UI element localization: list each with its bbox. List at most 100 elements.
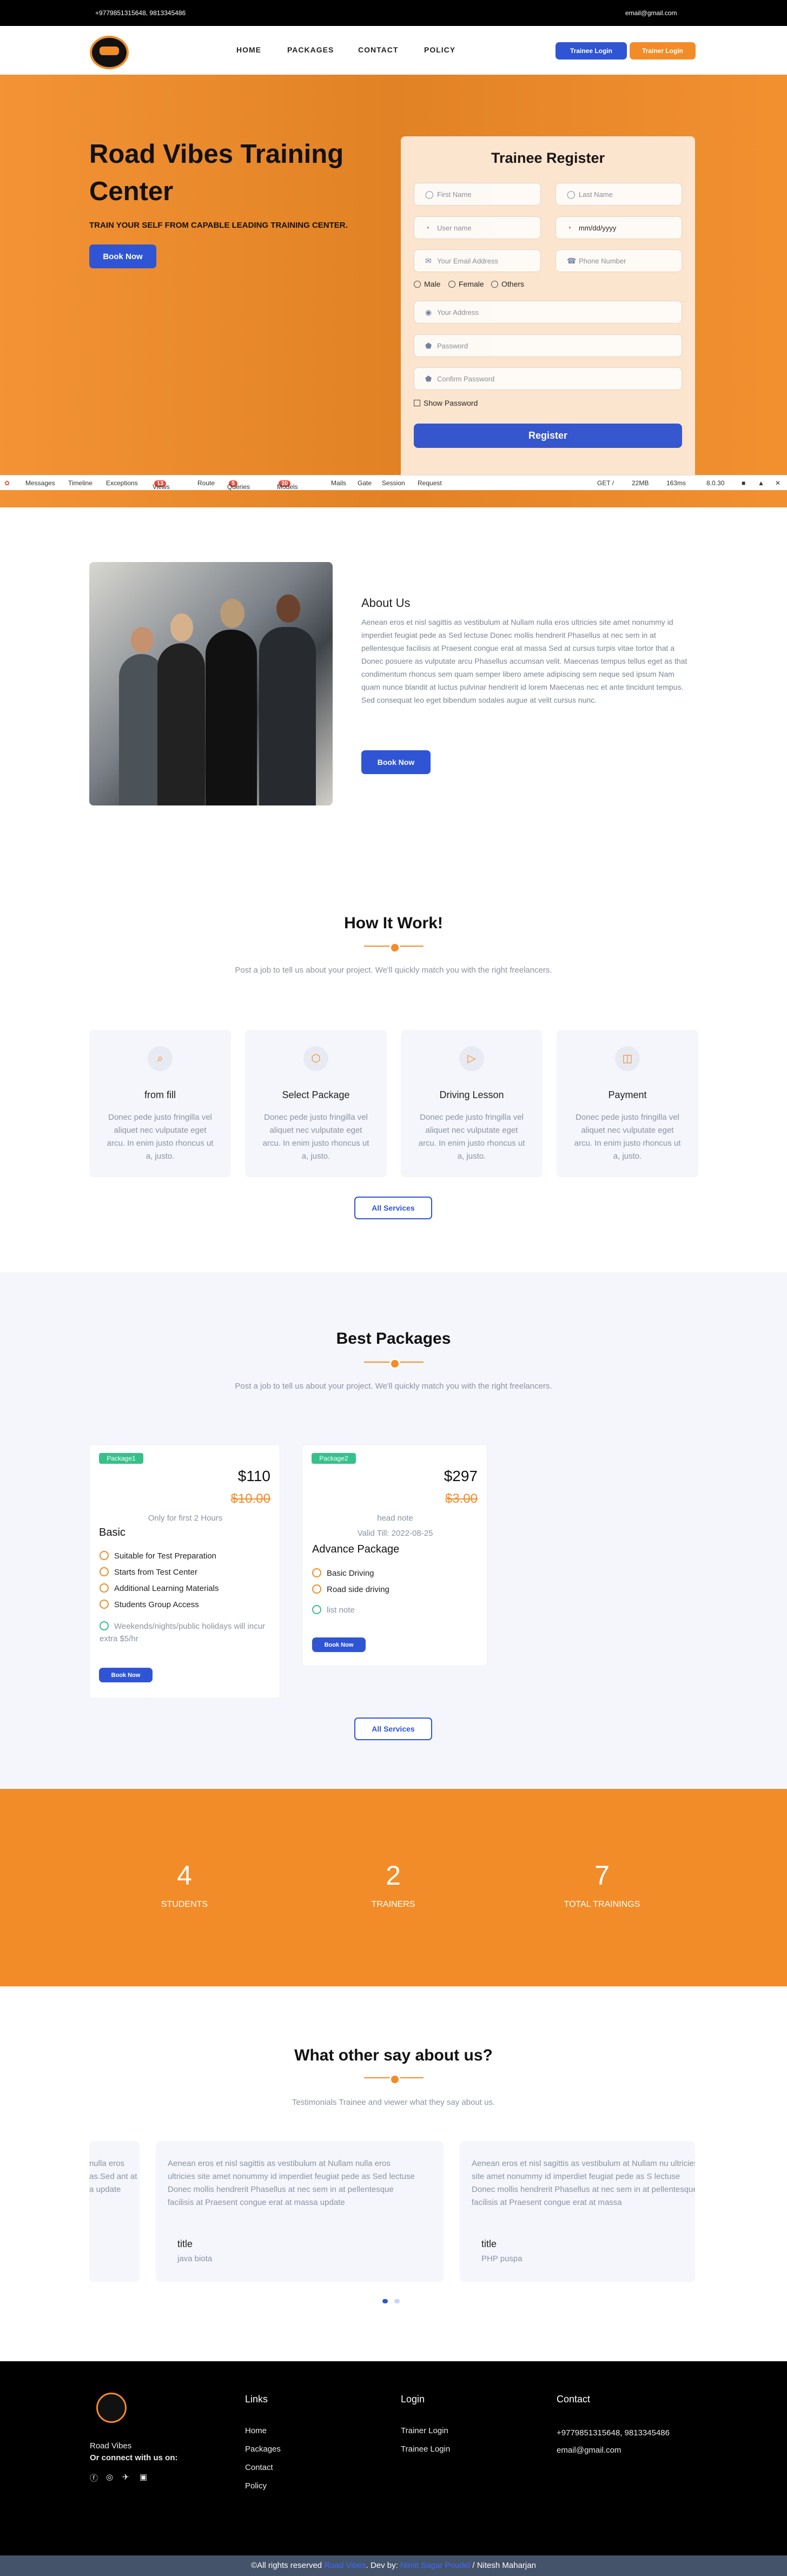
linkedin-icon[interactable]: ▣ [140,2472,147,2482]
testimonial-card: Aenean eros et nisl sagittis as vestibul… [460,2141,695,2282]
trainer-login-button[interactable]: Trainer Login [630,42,696,60]
how-card-driving-lesson: ▷ Driving Lesson Donec pede justo fringill… [401,1030,543,1177]
shield-icon: ⬟ [425,374,432,383]
copyright-bar: ©All rights reserved Road Vibes. Dev by:… [0,2555,787,2576]
site-logo[interactable] [90,36,129,69]
twitter-icon[interactable]: ✈ [122,2472,129,2482]
stat-students: 4 STUDENTS [161,1860,208,1909]
phone-icon: ☎ [567,256,577,265]
debug-tab-views[interactable]: Views 13 [153,479,170,491]
play-icon: ▷ [459,1046,484,1071]
packages-title: Best Packages [336,1330,451,1348]
check-icon [312,1568,321,1577]
testimonials-title: What other say about us? [294,2046,493,2064]
copyright-brand-link[interactable]: Road Vibes [324,2561,366,2570]
package-advance-book-button[interactable]: Book Now [312,1637,366,1652]
how-title: How It Work! [344,914,443,932]
password-field[interactable]: ⬟ Password [414,334,682,357]
hero-book-now-button[interactable]: Book Now [89,245,156,268]
debug-toolbar: ✿ Messages Timeline Exceptions Views 13 R… [0,475,787,491]
date-field[interactable]: ◔ mm/dd/yyyy [555,216,682,239]
first-name-field[interactable]: ◯ First Name [414,183,541,206]
debug-tab-queries[interactable]: Queries 5 [227,479,250,491]
facebook-icon[interactable]: ⓕ [90,2472,98,2483]
debug-tab-request[interactable]: Request [418,479,442,487]
box-icon: ⬡ [303,1046,328,1071]
calendar-icon: ◔ [567,223,572,232]
user-icon: ◯ [567,189,576,199]
check-icon [100,1567,109,1576]
bell-icon [100,1621,109,1630]
footer-link-policy[interactable]: Policy [245,2481,267,2491]
nav-packages[interactable]: PACKAGES [287,45,334,54]
about-title: About Us [361,596,411,610]
testimonials-subtitle: Testimonials Trainee and viewer what the… [292,2098,495,2107]
testimonial-card-partial: nulla eros as.Sed ant at a update [89,2141,140,2282]
how-divider [364,942,424,953]
footer-login-title: Login [401,2394,425,2405]
last-name-field[interactable]: ◯ Last Name [555,183,682,206]
debug-tab-messages[interactable]: Messages [25,479,55,487]
footer-link-packages[interactable]: Packages [245,2445,281,2454]
how-all-services-button[interactable]: All Services [354,1197,432,1219]
nav-policy[interactable]: POLICY [424,45,455,54]
packages-subtitle: Post a job to tell us about your project… [235,1382,552,1391]
debug-time: 163ms [666,479,686,487]
confirm-password-field[interactable]: ⬟ Confirm Password [414,367,682,390]
gender-others-radio[interactable]: Others [491,280,524,288]
debug-tab-mails[interactable]: Mails [331,479,346,487]
register-button[interactable]: Register [414,424,682,448]
stat-trainers: 2 TRAINERS [371,1860,415,1909]
nav-contact[interactable]: CONTACT [358,45,398,54]
debug-tab-gate[interactable]: Gate [358,479,372,487]
about-content: About Us Aenean eros et nisl sagittis as… [361,596,695,706]
developer-link[interactable]: Nimit Sagar Poudel [400,2561,470,2570]
footer-trainee-login[interactable]: Trainee Login [401,2445,450,2454]
phone-field[interactable]: ☎ Phone Number [555,249,682,272]
footer-link-contact[interactable]: Contact [245,2463,273,2472]
debug-tab-models[interactable]: Models 20 [277,479,298,491]
trainee-register-form: Trainee Register ◯ First Name ◯ Last Name … [401,136,695,483]
address-field[interactable]: ◉ Your Address [414,301,682,323]
email-field[interactable]: ✉ Your Email Address [414,249,541,272]
hero-section: Road Vibes Training Center TRAIN YOUR SE… [0,75,787,507]
debug-tab-exceptions[interactable]: Exceptions [106,479,138,487]
packages-divider [364,1358,424,1369]
debug-memory: 22MB [632,479,649,487]
package-basic-book-button[interactable]: Book Now [99,1668,153,1682]
footer-trainer-login[interactable]: Trainer Login [401,2426,448,2435]
stats-section: 4 STUDENTS 2 TRAINERS 7 TOTAL TRAININGS [0,1789,787,1986]
packages-all-services-button[interactable]: All Services [354,1718,432,1740]
how-card-payment: ◫ Payment Donec pede justo fringilla vel a… [557,1030,698,1177]
folder-icon[interactable]: ■ [742,479,745,487]
username-field[interactable]: ◔ User name [414,216,541,239]
footer-links-title: Links [245,2394,268,2405]
carousel-dot[interactable] [382,2299,388,2303]
show-password-checkbox[interactable]: Show Password [414,399,478,407]
main-navbar: HOME PACKAGES CONTACT POLICY Trainee Log… [0,26,787,75]
footer-logo [96,2393,127,2423]
about-body: Aenean eros et nisl sagittis as vestibul… [361,618,687,704]
footer-link-home[interactable]: Home [245,2426,267,2435]
package-card-advance: Package2 $297 $3.00 head note Valid Till… [302,1444,487,1666]
top-phone: +9779851315648, 9813345486 [95,9,186,17]
about-book-now-button[interactable]: Book Now [361,750,431,774]
gender-male-radio[interactable]: Male [414,280,440,288]
top-contact-bar: +9779851315648, 9813345486 email@gmail.c… [0,0,787,26]
how-card-select-package: ⬡ Select Package Donec pede justo fringill… [245,1030,387,1177]
debug-tab-route[interactable]: Route [197,479,215,487]
debug-tab-timeline[interactable]: Timeline [68,479,92,487]
debug-logo-icon[interactable]: ✿ [4,479,10,487]
bell-icon [312,1605,321,1614]
carousel-dot[interactable] [394,2299,400,2303]
gender-female-radio[interactable]: Female [448,280,484,288]
close-icon[interactable]: ✕ [775,479,781,487]
chevron-up-icon[interactable]: ▲ [758,479,764,487]
nav-home[interactable]: HOME [236,45,261,54]
check-icon [312,1584,321,1594]
instagram-icon[interactable]: ◎ [106,2472,113,2482]
footer-contact-title: Contact [557,2394,591,2405]
package-card-basic: Package1 $110 $10.00 Only for first 2 Ho… [89,1444,280,1699]
trainee-login-button[interactable]: Trainee Login [555,42,627,60]
debug-tab-session[interactable]: Session [382,479,405,487]
